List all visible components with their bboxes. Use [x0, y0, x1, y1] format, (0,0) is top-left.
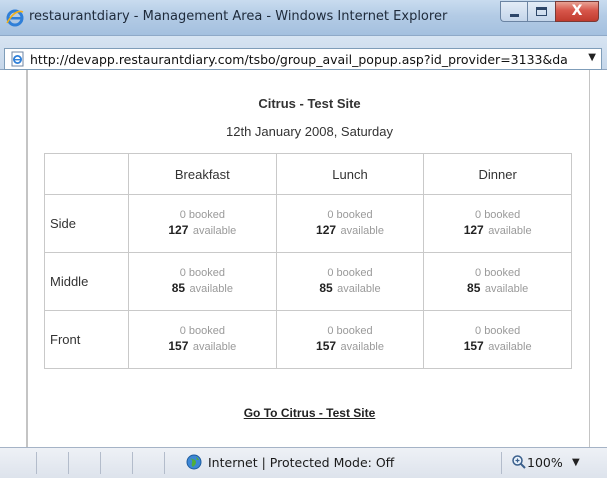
booked-count: 0 booked [327, 266, 373, 279]
available-count: 157 [168, 338, 189, 353]
column-header-dinner: Dinner [423, 153, 572, 195]
table-row: Side 0 booked 127 available 0 booked 127… [44, 194, 572, 253]
available-label: available [192, 340, 237, 353]
row-header-front: Front [44, 310, 129, 369]
available-label: available [340, 340, 384, 353]
available-line: 127 available [277, 222, 424, 239]
booked-count: 0 booked [327, 208, 373, 221]
booked-count: 0 booked [475, 266, 521, 279]
availability-cell: 0 booked 127 available [128, 194, 277, 253]
column-header-breakfast: Breakfast [128, 153, 277, 195]
window-controls: X [500, 1, 599, 22]
available-line: 85 available [424, 280, 571, 297]
booked-count: 0 booked [475, 208, 521, 221]
table-row: Front 0 booked 157 available 0 booked 15… [44, 310, 572, 369]
available-line: 85 available [277, 280, 424, 297]
url-text: http://devapp.restaurantdiary.com/tsbo/g… [30, 52, 568, 67]
available-label: available [192, 224, 237, 237]
available-line: 157 available [424, 338, 571, 355]
availability-cell: 0 booked 157 available [423, 310, 572, 369]
booked-count: 0 booked [475, 324, 521, 337]
table-header-row: Breakfast Lunch Dinner [44, 153, 572, 195]
zoom-level[interactable]: 100% [527, 455, 563, 470]
status-pane [133, 452, 165, 474]
available-count: 85 [467, 280, 481, 295]
available-count: 157 [316, 338, 337, 353]
available-count: 127 [463, 222, 484, 237]
goto-site-link[interactable]: Go To Citrus - Test Site [30, 406, 589, 420]
site-title: Citrus - Test Site [258, 96, 361, 111]
availability-cell: 0 booked 157 available [128, 310, 277, 369]
available-line: 157 available [129, 338, 276, 355]
maximize-button[interactable] [527, 1, 555, 22]
corner-cell [44, 153, 129, 195]
table-row: Middle 0 booked 85 available 0 booked 85… [44, 252, 572, 311]
booked-count: 0 booked [179, 208, 225, 221]
page-icon [11, 51, 24, 67]
availability-cell: 0 booked 85 available [128, 252, 277, 311]
security-zone-text: Internet | Protected Mode: Off [208, 455, 395, 470]
status-pane [37, 452, 69, 474]
status-pane [101, 452, 133, 474]
available-count: 85 [319, 280, 333, 295]
available-label: available [488, 224, 532, 237]
minimize-button[interactable] [500, 1, 527, 22]
available-label: available [488, 340, 532, 353]
url-dropdown-icon[interactable]: ▼ [588, 52, 596, 63]
booked-count: 0 booked [327, 324, 373, 337]
window-title: restaurantdiary - Management Area - Wind… [29, 9, 448, 24]
right-frame-border [589, 70, 607, 447]
availability-cell: 0 booked 127 available [423, 194, 572, 253]
status-bar: Internet | Protected Mode: Off 100% ▼ [0, 447, 607, 478]
status-pane [0, 452, 37, 474]
available-label: available [189, 282, 233, 295]
row-header-side: Side [44, 194, 129, 253]
internet-explorer-icon [6, 9, 24, 27]
availability-cell: 0 booked 157 available [275, 310, 425, 369]
maximize-icon [536, 7, 547, 16]
available-count: 157 [463, 338, 484, 353]
booked-count: 0 booked [179, 324, 225, 337]
row-header-middle: Middle [44, 252, 129, 311]
available-label: available [337, 282, 381, 295]
close-button[interactable]: X [555, 1, 599, 22]
availability-cell: 0 booked 127 available [275, 194, 425, 253]
booked-count: 0 booked [179, 266, 225, 279]
left-frame-border [0, 70, 28, 447]
magnifier-icon[interactable] [511, 454, 527, 470]
availability-cell: 0 booked 85 available [275, 252, 425, 311]
minimize-icon [510, 14, 519, 17]
available-line: 127 available [424, 222, 571, 239]
url-field[interactable]: http://devapp.restaurantdiary.com/tsbo/g… [4, 48, 602, 70]
date-line: 12th January 2008, Saturday [226, 124, 393, 139]
close-icon: X [571, 3, 583, 19]
available-line: 157 available [277, 338, 424, 355]
title-bar[interactable]: restaurantdiary - Management Area - Wind… [0, 0, 607, 36]
available-line: 127 available [129, 222, 276, 239]
availability-cell: 0 booked 85 available [423, 252, 572, 311]
globe-icon [186, 454, 202, 470]
status-pane [69, 452, 101, 474]
available-count: 127 [316, 222, 337, 237]
available-label: available [484, 282, 529, 295]
available-line: 85 available [129, 280, 276, 297]
availability-table: Breakfast Lunch Dinner Side 0 booked 127… [44, 153, 572, 369]
available-count: 127 [168, 222, 189, 237]
zoom-dropdown-icon[interactable]: ▼ [572, 457, 580, 468]
column-header-lunch: Lunch [275, 153, 425, 195]
page-content: Citrus - Test Site 12th January 2008, Sa… [30, 70, 589, 447]
available-count: 85 [171, 280, 186, 295]
available-label: available [340, 224, 384, 237]
